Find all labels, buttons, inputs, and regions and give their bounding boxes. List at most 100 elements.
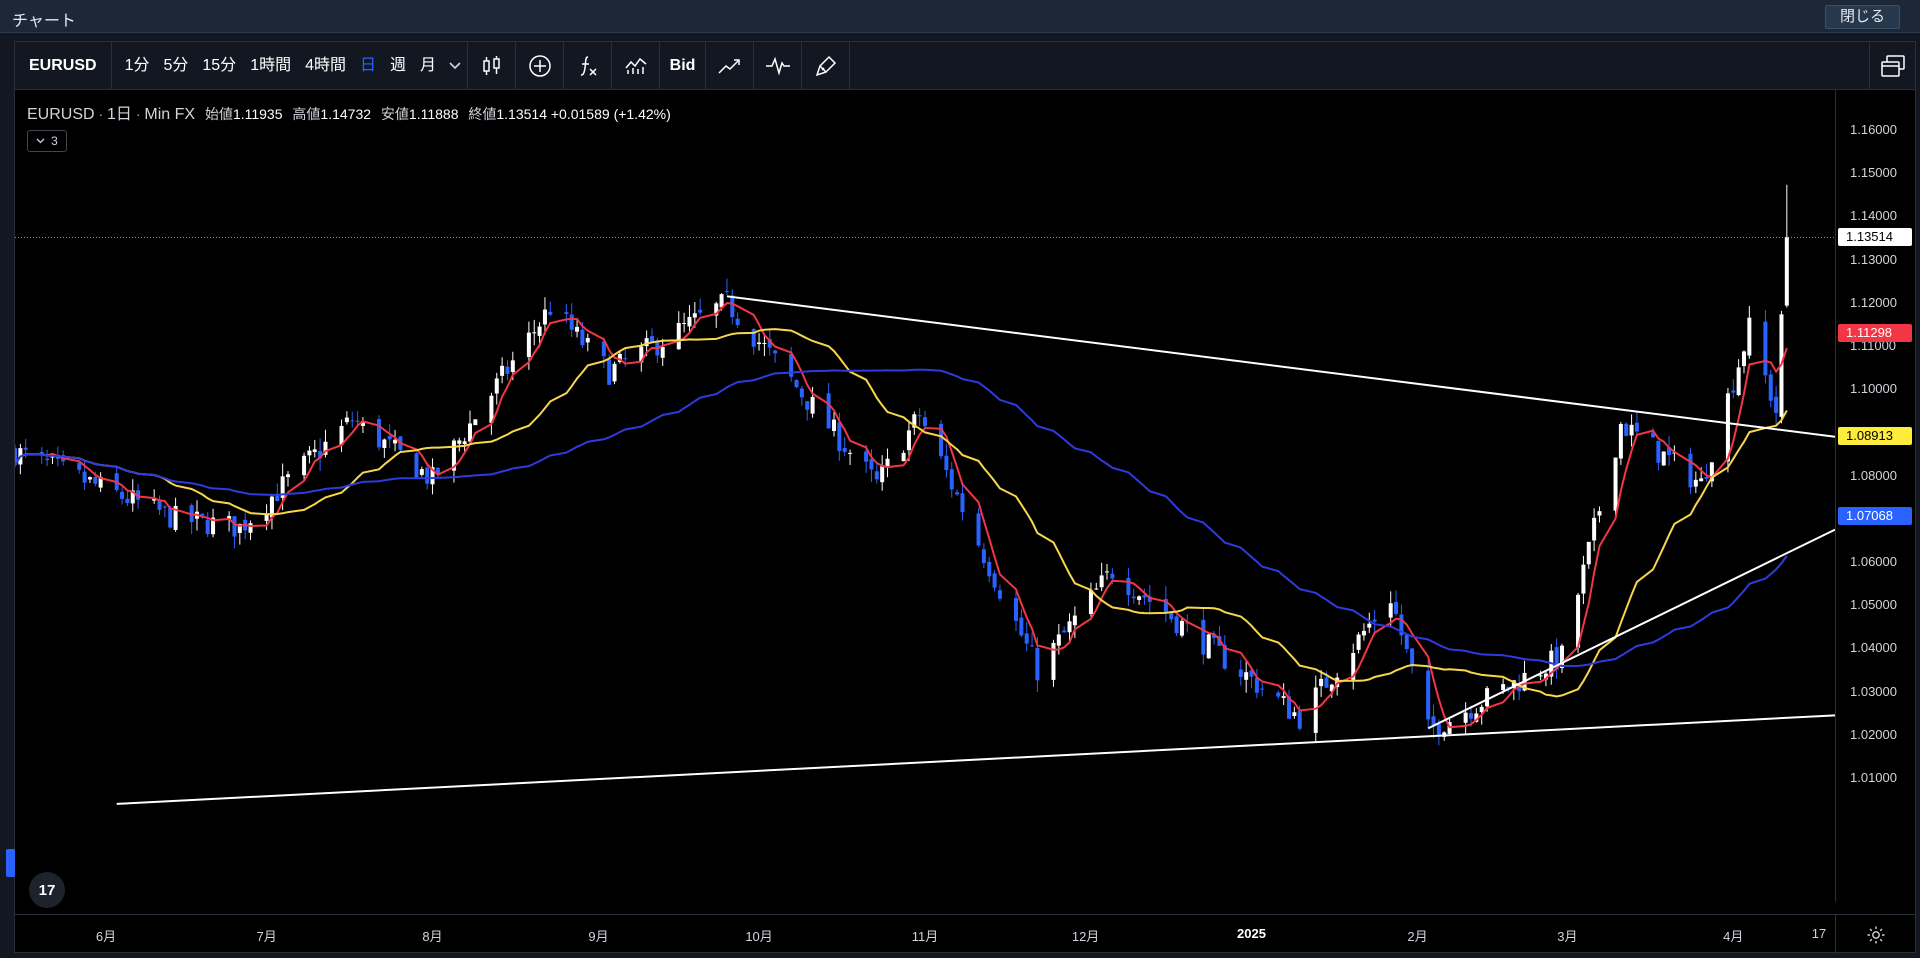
interval-15m[interactable]: 15分 — [195, 42, 243, 90]
candle-body — [949, 469, 954, 490]
candle-body — [1597, 511, 1602, 516]
candle-body — [1067, 621, 1072, 633]
tradingview-logo-icon: 17 — [29, 872, 65, 908]
price-scale[interactable]: 1.16000 1.15000 1.14000 1.13000 1.12000 1.110… — [1835, 90, 1915, 902]
candle-body — [1024, 633, 1029, 644]
interval-month[interactable]: 月 — [413, 42, 443, 90]
candlestick-icon[interactable] — [468, 41, 517, 90]
candle-body — [248, 523, 253, 533]
ma-slow-line — [15, 368, 1788, 668]
candle-body — [537, 326, 542, 336]
candle-body — [1099, 575, 1104, 588]
candle-body — [382, 439, 387, 448]
price-tick: 1.05000 — [1850, 597, 1897, 613]
candle-body — [87, 477, 92, 480]
time-tick: 7月 — [256, 929, 277, 944]
compare-icon[interactable] — [612, 41, 661, 90]
interval-day[interactable]: 日 — [353, 42, 383, 90]
interval-5m[interactable]: 5分 — [156, 42, 195, 90]
time-scale[interactable]: 6月 7月 8月 9月 10月 11月 12月 2025 2月 3月 4月 17 — [15, 914, 1835, 954]
candle-body — [500, 365, 505, 376]
candle-body — [1238, 669, 1243, 677]
candle-body — [1206, 634, 1211, 659]
candle-body — [987, 561, 992, 577]
candle-body — [794, 380, 799, 388]
candle-body — [1110, 573, 1115, 579]
multi-window-icon[interactable] — [1869, 42, 1915, 90]
candle-body — [1768, 374, 1773, 401]
candle-body — [1254, 678, 1259, 693]
interval-week[interactable]: 週 — [383, 42, 413, 90]
candle-body — [1426, 670, 1431, 720]
candle-body — [1244, 672, 1249, 680]
formula-icon[interactable] — [564, 41, 613, 90]
candle-body — [607, 359, 612, 385]
candle-body — [125, 498, 130, 504]
chart-toolbar: EURUSD 1分 5分 15分 1時間 4時間 日 週 月 Bid — [15, 41, 1915, 90]
candle-body — [162, 506, 167, 508]
time-tick: 3月 — [1557, 929, 1578, 944]
replay-icon[interactable] — [754, 41, 803, 90]
candle-body — [976, 513, 981, 546]
add-indicator-icon[interactable] — [516, 41, 565, 90]
interval-1m[interactable]: 1分 — [118, 42, 157, 90]
candle-body — [1072, 615, 1077, 626]
candle-body — [612, 363, 617, 382]
candle-body — [1174, 616, 1179, 634]
candle-body — [1613, 457, 1618, 511]
interval-1h[interactable]: 1時間 — [243, 42, 298, 90]
price-chart[interactable] — [15, 90, 1835, 914]
bid-toggle[interactable]: Bid — [660, 41, 707, 90]
close-button[interactable]: 閉じる — [1824, 5, 1900, 29]
time-tick: 17 — [1811, 926, 1827, 941]
candle-body — [730, 295, 735, 318]
candle-body — [874, 471, 879, 480]
indicator-toggle[interactable]: 3 — [27, 130, 67, 152]
candle-body — [805, 401, 810, 410]
candle-body — [1088, 590, 1093, 615]
candle-body — [682, 322, 687, 324]
candle-body — [580, 329, 585, 346]
legend-symbol: EURUSD — [27, 106, 95, 123]
gear-icon[interactable] — [1835, 914, 1915, 954]
brush-icon[interactable] — [802, 41, 851, 90]
time-tick: 11月 — [911, 929, 939, 944]
candle-body — [45, 458, 50, 461]
candle-body — [1634, 422, 1639, 432]
interval-4h[interactable]: 4時間 — [298, 42, 353, 90]
candle-body — [869, 458, 874, 470]
candle-body — [1436, 724, 1441, 737]
time-tick: 2025 — [1237, 926, 1266, 941]
side-panel-handle[interactable] — [6, 849, 15, 877]
candle-body — [302, 455, 307, 476]
trend-icon[interactable] — [706, 41, 755, 90]
candle-body — [1324, 677, 1329, 688]
candle-body — [285, 474, 291, 478]
last-price-label: 1.13514 — [1838, 228, 1912, 247]
candle-body — [1656, 440, 1661, 463]
candle-body — [1104, 571, 1110, 573]
trendline-2 — [116, 714, 1835, 805]
symbol-search[interactable]: EURUSD — [15, 41, 112, 90]
candle-body — [960, 493, 965, 513]
price-tick: 1.06000 — [1850, 554, 1897, 569]
candle-body — [467, 423, 473, 442]
candle-body — [387, 435, 392, 440]
candle-body — [842, 447, 847, 452]
candle-body — [1361, 630, 1366, 636]
candle-body — [1592, 517, 1597, 541]
candle-body — [494, 378, 499, 394]
chevron-down-icon[interactable] — [443, 41, 469, 90]
candle-body — [1463, 712, 1468, 723]
candle-body — [864, 451, 869, 462]
candle-body — [997, 590, 1002, 599]
candle-body — [1501, 684, 1506, 691]
candle-body — [762, 342, 767, 344]
candle-body — [1276, 692, 1281, 697]
candle-body — [944, 455, 949, 471]
candle-body — [585, 338, 590, 343]
candle-body — [1281, 696, 1286, 698]
trendline-1 — [726, 295, 1835, 438]
candle-body — [1581, 564, 1586, 594]
candle-body — [1035, 647, 1040, 681]
